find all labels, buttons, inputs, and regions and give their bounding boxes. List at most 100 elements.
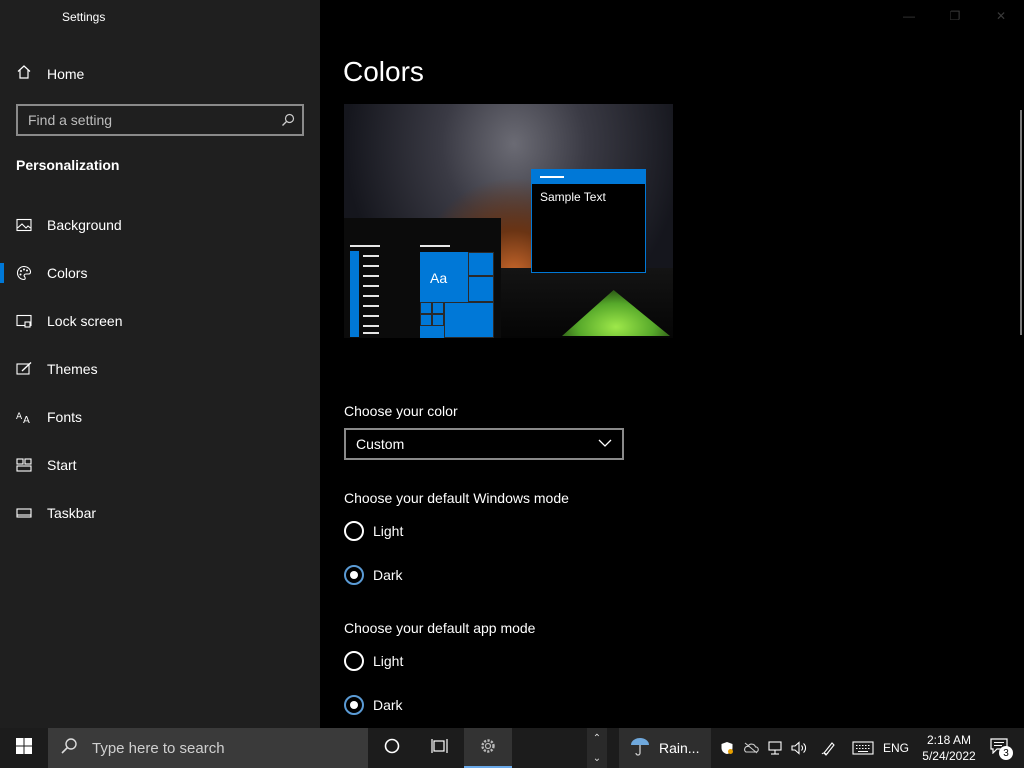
- input-language-indicator[interactable]: ENG: [879, 728, 913, 768]
- scrollbar[interactable]: [1020, 110, 1022, 335]
- window-controls: — ❐ ✕: [886, 0, 1024, 32]
- sidebar-item-label: Themes: [47, 361, 98, 377]
- clock-time: 2:18 AM: [926, 733, 972, 747]
- sidebar-item-lock-screen[interactable]: Lock screen: [0, 297, 320, 345]
- preview-tile-edge: [432, 302, 444, 314]
- preview-tile-edge: [432, 314, 444, 326]
- chevron-down-icon[interactable]: ⌄: [593, 753, 601, 764]
- sidebar-item-label: Lock screen: [47, 313, 123, 329]
- security-shield-icon[interactable]: [715, 728, 739, 768]
- weather-widget[interactable]: Rain...: [619, 728, 711, 768]
- taskbar-scroll[interactable]: ⌃ ⌄: [587, 728, 607, 768]
- onedrive-offline-icon[interactable]: [739, 728, 763, 768]
- sidebar-nav: Background Colors Lock screen Themes AA …: [0, 201, 320, 537]
- notification-count-badge: 3: [999, 746, 1013, 760]
- radio-button[interactable]: [344, 521, 364, 541]
- preview-line: [363, 325, 379, 327]
- preview-tile-edge: [444, 302, 494, 338]
- radio-button[interactable]: [344, 565, 364, 585]
- volume-icon[interactable]: [787, 728, 811, 768]
- start-icon: [16, 457, 32, 473]
- home-icon: [16, 64, 32, 85]
- clock-date: 5/24/2022: [922, 749, 976, 763]
- cortana-button[interactable]: [368, 728, 416, 768]
- windows-mode-dark-option[interactable]: Dark: [344, 565, 403, 585]
- preview-sample-window: Sample Text: [531, 169, 646, 273]
- preview-line: [363, 255, 379, 257]
- lock-screen-icon: [16, 313, 32, 329]
- setting-search-box[interactable]: [16, 104, 304, 136]
- palette-icon: [16, 265, 32, 281]
- sidebar-item-colors[interactable]: Colors: [0, 249, 320, 297]
- gear-icon: [479, 737, 497, 760]
- preview-line: [363, 305, 379, 307]
- app-title: Settings: [62, 10, 106, 24]
- sidebar-item-taskbar[interactable]: Taskbar: [0, 489, 320, 537]
- start-button[interactable]: [0, 728, 48, 768]
- preview-tile-text: Aa: [430, 270, 448, 286]
- sidebar-item-background[interactable]: Background: [0, 201, 320, 249]
- taskbar-settings-app[interactable]: [464, 728, 512, 768]
- app-mode-dark-option[interactable]: Dark: [344, 695, 403, 715]
- search-icon[interactable]: [274, 113, 302, 127]
- preview-sample-text: Sample Text: [540, 190, 606, 204]
- home-nav-item[interactable]: Home: [16, 62, 84, 86]
- sidebar-item-themes[interactable]: Themes: [0, 345, 320, 393]
- task-view-icon: [431, 738, 449, 759]
- minimize-button[interactable]: —: [886, 0, 932, 32]
- sidebar-item-label: Taskbar: [47, 505, 97, 521]
- cortana-circle-icon: [384, 738, 400, 759]
- preview-line: [363, 315, 379, 317]
- sidebar: Settings Home Personalization Background…: [0, 0, 320, 728]
- picture-icon: [16, 217, 32, 233]
- windows-mode-light-option[interactable]: Light: [344, 521, 403, 541]
- app-mode-light-option[interactable]: Light: [344, 651, 403, 671]
- chevron-up-icon[interactable]: ⌃: [593, 733, 601, 744]
- choose-color-dropdown[interactable]: Custom: [344, 428, 624, 460]
- taskbar-clock[interactable]: 2:18 AM 5/24/2022: [917, 732, 981, 764]
- preview-tile-edge: [420, 314, 432, 326]
- search-icon: [60, 737, 78, 760]
- windows-logo-icon: [16, 737, 32, 759]
- page-title: Colors: [343, 56, 424, 87]
- weather-label: Rain...: [659, 740, 700, 756]
- close-button[interactable]: ✕: [978, 0, 1024, 32]
- taskbar: Type here to search ⌃ ⌄ Rain... ENG 2:18…: [0, 728, 1024, 768]
- system-tray: ENG: [715, 728, 913, 768]
- preview-line: [420, 245, 450, 247]
- preview-line: [350, 245, 380, 247]
- fonts-icon: AA: [16, 409, 32, 425]
- radio-label: Light: [373, 523, 404, 539]
- taskbar-search-placeholder: Type here to search: [92, 739, 225, 757]
- sidebar-item-label: Background: [47, 217, 122, 233]
- sidebar-item-label: Colors: [47, 265, 88, 281]
- preview-tile-edge: [468, 276, 494, 302]
- app-mode-label: Choose your default app mode: [344, 620, 536, 636]
- radio-button[interactable]: [344, 651, 364, 671]
- preview-line: [363, 285, 379, 287]
- action-center-button[interactable]: 3: [981, 728, 1017, 768]
- choose-color-value: Custom: [356, 436, 405, 452]
- brush-icon: [16, 361, 32, 377]
- svg-text:A: A: [16, 412, 23, 422]
- pen-workspace-icon[interactable]: [817, 728, 841, 768]
- sidebar-item-label: Fonts: [47, 409, 83, 425]
- task-view-button[interactable]: [416, 728, 464, 768]
- windows-mode-label: Choose your default Windows mode: [344, 490, 569, 506]
- taskbar-icon: [16, 505, 32, 521]
- maximize-button[interactable]: ❐: [932, 0, 978, 32]
- touch-keyboard-icon[interactable]: [847, 728, 879, 768]
- svg-text:A: A: [23, 415, 30, 425]
- sidebar-item-start[interactable]: Start: [0, 441, 320, 489]
- network-icon[interactable]: [763, 728, 787, 768]
- preview-line: [363, 275, 379, 277]
- radio-button[interactable]: [344, 695, 364, 715]
- taskbar-search-box[interactable]: Type here to search: [48, 728, 368, 768]
- umbrella-icon: [629, 736, 651, 761]
- preview-title-bar: [532, 170, 645, 184]
- home-label: Home: [47, 66, 85, 82]
- color-preview: Aa Sample Text: [344, 104, 673, 338]
- sidebar-item-fonts[interactable]: AA Fonts: [0, 393, 320, 441]
- setting-search-input[interactable]: [18, 112, 274, 128]
- preview-line: [363, 265, 379, 267]
